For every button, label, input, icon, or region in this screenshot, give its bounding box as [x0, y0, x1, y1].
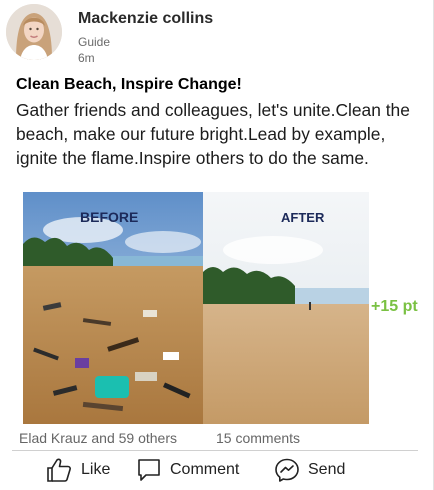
author-role: Guide — [78, 35, 111, 49]
like-label: Like — [81, 461, 111, 478]
post-body: Gather friends and colleagues, let's uni… — [16, 100, 410, 168]
reactions-count[interactable]: Elad Krauz and 59 others — [19, 430, 177, 446]
before-label: BEFORE — [80, 209, 138, 225]
comments-count[interactable]: 15 comments — [216, 430, 300, 446]
before-after-photo: BEFORE AFTER — [23, 192, 369, 424]
post-card: Mackenzie collins Guide 6m Clean Beach, … — [0, 0, 434, 490]
post-image[interactable]: BEFORE AFTER — [23, 192, 369, 424]
send-label: Send — [308, 461, 346, 478]
author-name[interactable]: Mackenzie collins — [78, 10, 213, 28]
comment-label: Comment — [170, 461, 240, 478]
thumbs-up-icon — [47, 458, 71, 482]
post-timestamp: 6m — [78, 51, 95, 65]
avatar[interactable] — [6, 4, 62, 60]
post-title: Clean Beach, Inspire Change! — [16, 76, 242, 93]
like-button[interactable]: Like — [45, 455, 110, 485]
divider — [12, 450, 418, 451]
comment-bubble-icon — [138, 459, 160, 481]
after-label: AFTER — [281, 210, 325, 225]
points-badge: +15 pt — [371, 298, 418, 315]
send-button[interactable]: Send — [274, 455, 345, 485]
messenger-icon — [275, 458, 299, 482]
avatar-photo — [6, 4, 62, 60]
comment-button[interactable]: Comment — [136, 455, 239, 485]
